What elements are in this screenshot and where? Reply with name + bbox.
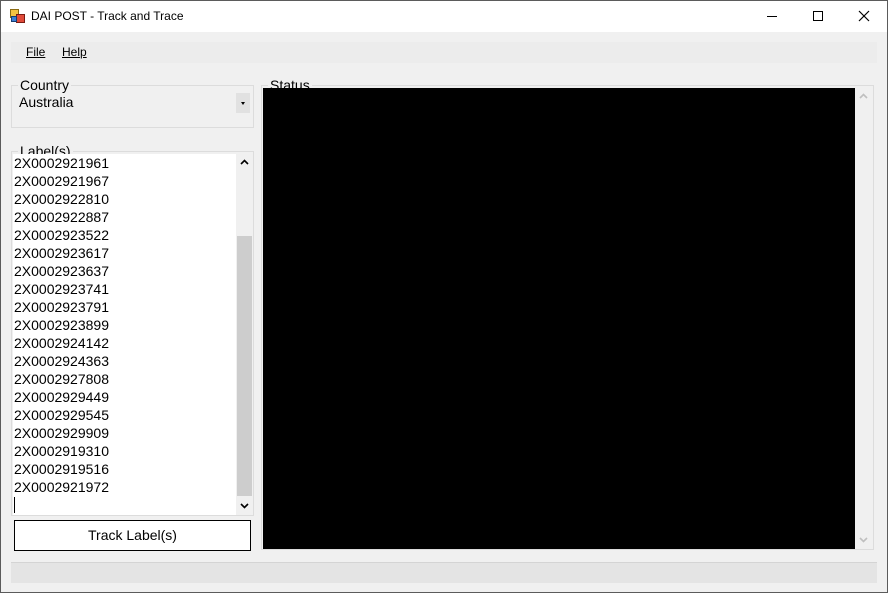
chevron-up-icon [859,93,868,99]
label-line: 2X0002923791 [14,299,109,315]
chevron-down-icon [240,503,249,509]
label-line: 2X0002929545 [14,407,109,423]
status-scrollbar[interactable] [855,88,872,549]
window-title: DAI POST - Track and Trace [31,9,184,23]
close-button[interactable] [841,1,887,32]
labels-scroll-down-button[interactable] [236,498,253,515]
track-labels-button[interactable]: Track Label(s) [14,520,251,551]
label-line: 2X0002921972 [14,479,109,495]
status-output[interactable] [263,88,872,549]
label-line: 2X0002924363 [14,353,109,369]
maximize-button[interactable] [795,1,841,32]
label-line: 2X0002924142 [14,335,109,351]
maximize-icon [813,11,823,21]
country-dropdown-button[interactable] [236,93,250,113]
menu-help[interactable]: Help [62,45,87,59]
label-line: 2X0002929449 [14,389,109,405]
minimize-button[interactable] [749,1,795,32]
label-line: 2X0002919516 [14,461,109,477]
country-group: Country Australia [11,77,254,128]
status-scroll-up-button[interactable] [855,88,872,105]
chevron-down-icon [859,537,868,543]
labels-scroll-thumb[interactable] [237,236,252,496]
status-strip [11,562,877,583]
status-scroll-down-button[interactable] [855,532,872,549]
close-icon [858,10,870,22]
label-line: 2X0002921961 [14,155,109,171]
label-line: 2X0002929909 [14,425,109,441]
chevron-down-icon [241,102,245,105]
label-line: 2X0002923617 [14,245,109,261]
status-group: Status [261,77,874,550]
label-line: 2X0002927808 [14,371,109,387]
label-line: 2X0002919310 [14,443,109,459]
app-icon[interactable] [10,9,26,23]
labels-textarea[interactable]: 2X0002921961 2X0002921967 2X0002922810 2… [13,154,253,515]
menu-file[interactable]: File [26,45,45,59]
chevron-up-icon [240,159,249,165]
minimize-icon [767,16,777,17]
labels-group: Label(s) 2X0002921961 2X0002921967 2X000… [11,143,254,516]
status-output-area [263,88,855,549]
labels-scroll-up-button[interactable] [236,154,253,171]
label-line: 2X0002922887 [14,209,109,225]
label-line: 2X0002923899 [14,317,109,333]
country-selected-value: Australia [19,94,74,110]
labels-scrollbar[interactable] [236,154,253,515]
app-window: DAI POST - Track and Trace File Help Cou… [0,0,888,593]
menu-bar: File Help [11,42,877,63]
label-line: 2X0002923637 [14,263,109,279]
label-line: 2X0002922810 [14,191,109,207]
label-line: 2X0002923522 [14,227,109,243]
country-select[interactable]: Australia [15,90,252,114]
text-caret [14,497,15,513]
title-bar[interactable]: DAI POST - Track and Trace [1,1,887,32]
label-line: 2X0002921967 [14,173,109,189]
label-line: 2X0002923741 [14,281,109,297]
